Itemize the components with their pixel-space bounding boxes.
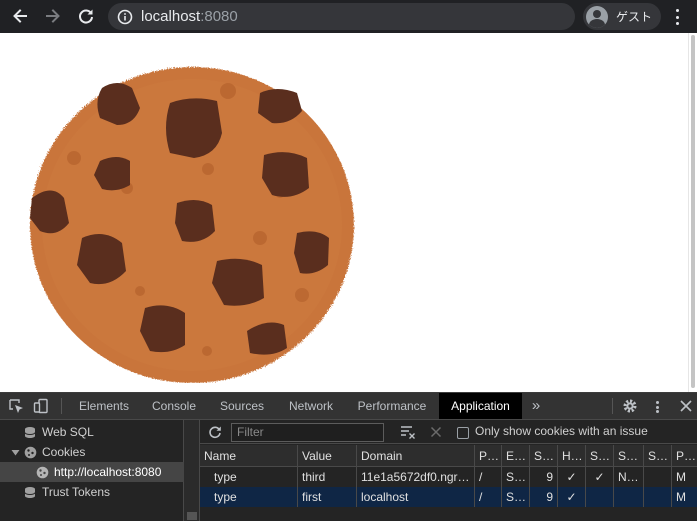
sidebar-scrollbar[interactable] (184, 420, 200, 521)
table-header: Name Value Domain P… E… S… H… S… S… S… P… (200, 445, 697, 467)
column-header-path[interactable]: P… (475, 445, 502, 466)
cell-path: / (475, 487, 502, 507)
info-icon[interactable] (117, 9, 133, 25)
tab-elements[interactable]: Elements (70, 393, 138, 419)
toolbar-divider (612, 398, 613, 414)
tab-application[interactable]: Application (439, 393, 522, 419)
page-scrollbar[interactable] (688, 33, 697, 392)
cell-samesite (614, 487, 644, 507)
filter-input[interactable]: Filter (231, 423, 384, 442)
cell-name: type (200, 467, 298, 487)
reload-button[interactable] (75, 5, 97, 27)
sidebar-item-label: Web SQL (42, 425, 94, 439)
toolbar-divider (61, 398, 62, 414)
column-header-samesite[interactable]: S… (614, 445, 644, 466)
column-header-priority[interactable]: P… (672, 445, 697, 466)
url-host: localhost (141, 8, 201, 25)
sidebar-item-label: Cookies (42, 445, 86, 459)
delete-selected-icon[interactable] (430, 426, 442, 438)
only-issues-label: Only show cookies with an issue (475, 424, 648, 438)
application-sidebar: Web SQL Cookies http://localhost:8080 Tr… (0, 420, 184, 521)
devtools-menu-icon[interactable] (649, 399, 665, 415)
cell-expires: S… (502, 467, 530, 487)
expand-triangle-icon[interactable] (11, 448, 20, 457)
cell-name: type (200, 487, 298, 507)
tab-console[interactable]: Console (142, 393, 206, 419)
cell-samesite: N… (614, 467, 644, 487)
cell-httponly: ✓ (558, 487, 586, 507)
tab-network[interactable]: Network (278, 393, 344, 419)
database-icon (24, 486, 36, 498)
tab-sources[interactable]: Sources (210, 393, 274, 419)
sidebar-item-localhost-cookies[interactable]: http://localhost:8080 (0, 462, 184, 482)
sidebar-item-label: Trust Tokens (42, 485, 111, 499)
cell-sameparty (644, 467, 672, 487)
column-header-expires[interactable]: E… (502, 445, 530, 466)
cookie-panel: Filter Only show cookies with an issue N… (200, 420, 697, 521)
close-icon[interactable] (678, 398, 694, 414)
cell-size: 9 (530, 467, 558, 487)
cell-priority: M (676, 490, 686, 504)
cell-priority: M (676, 470, 686, 484)
forward-button[interactable] (42, 5, 64, 27)
cookie-toolbar: Filter Only show cookies with an issue (200, 420, 697, 444)
column-header-value[interactable]: Value (298, 445, 357, 466)
device-toolbar-icon[interactable] (33, 398, 49, 414)
more-tabs-button[interactable]: » (526, 393, 546, 419)
cell-expires: S… (502, 487, 530, 507)
cell-secure: ✓ (586, 467, 614, 487)
column-header-sameparty[interactable]: S… (644, 445, 672, 466)
column-header-secure[interactable]: S… (586, 445, 614, 466)
cell-size: 9 (530, 487, 558, 507)
settings-gear-icon[interactable] (622, 398, 638, 414)
cell-value: third (298, 467, 357, 487)
address-bar[interactable]: localhost:8080 (108, 3, 575, 30)
reload-icon (79, 9, 93, 24)
cell-secure (586, 487, 614, 507)
back-button[interactable] (9, 5, 31, 27)
back-arrow-icon (13, 9, 27, 23)
devtools-tab-bar: Elements Console Sources Network Perform… (0, 393, 697, 420)
cell-path: / (475, 467, 502, 487)
url-port: :8080 (200, 8, 238, 25)
cell-sameparty (644, 487, 672, 507)
database-icon (24, 426, 36, 438)
column-header-httponly[interactable]: H… (558, 445, 586, 466)
cell-value: first (298, 487, 357, 507)
cell-httponly: ✓ (558, 467, 586, 487)
clear-filtered-cookies-icon[interactable] (400, 425, 416, 439)
table-row[interactable]: type first localhost / S… 9 ✓ M (200, 487, 697, 507)
tab-performance[interactable]: Performance (348, 393, 436, 419)
column-header-name[interactable]: Name (200, 445, 298, 466)
table-row[interactable]: type third 11e1a5672df0.ngr… / S… 9 ✓ ✓ … (200, 467, 697, 487)
refresh-icon[interactable] (208, 425, 222, 439)
cookie-icon (36, 466, 49, 478)
cell-domain: 11e1a5672df0.ngr… (357, 467, 475, 487)
profile-name: ゲスト (616, 10, 653, 24)
forward-arrow-icon (46, 9, 60, 23)
avatar-icon (586, 5, 608, 28)
cookie-icon (24, 446, 37, 458)
cookie-image (30, 67, 354, 383)
sidebar-item-label: http://localhost:8080 (54, 465, 162, 479)
column-header-size[interactable]: S… (530, 445, 558, 466)
column-header-domain[interactable]: Domain (357, 445, 475, 466)
only-issues-checkbox[interactable] (457, 427, 469, 439)
cell-domain: localhost (357, 487, 475, 507)
devtools-panel: Elements Console Sources Network Perform… (0, 392, 697, 521)
sidebar-item-web-sql[interactable]: Web SQL (0, 422, 184, 442)
sidebar-item-trust-tokens[interactable]: Trust Tokens (0, 482, 184, 502)
inspect-element-icon[interactable] (8, 398, 24, 414)
browser-menu-icon[interactable] (667, 7, 687, 27)
sidebar-item-cookies[interactable]: Cookies (0, 442, 184, 462)
browser-toolbar: localhost:8080 ゲスト (0, 0, 697, 33)
profile-button[interactable]: ゲスト (583, 3, 661, 30)
